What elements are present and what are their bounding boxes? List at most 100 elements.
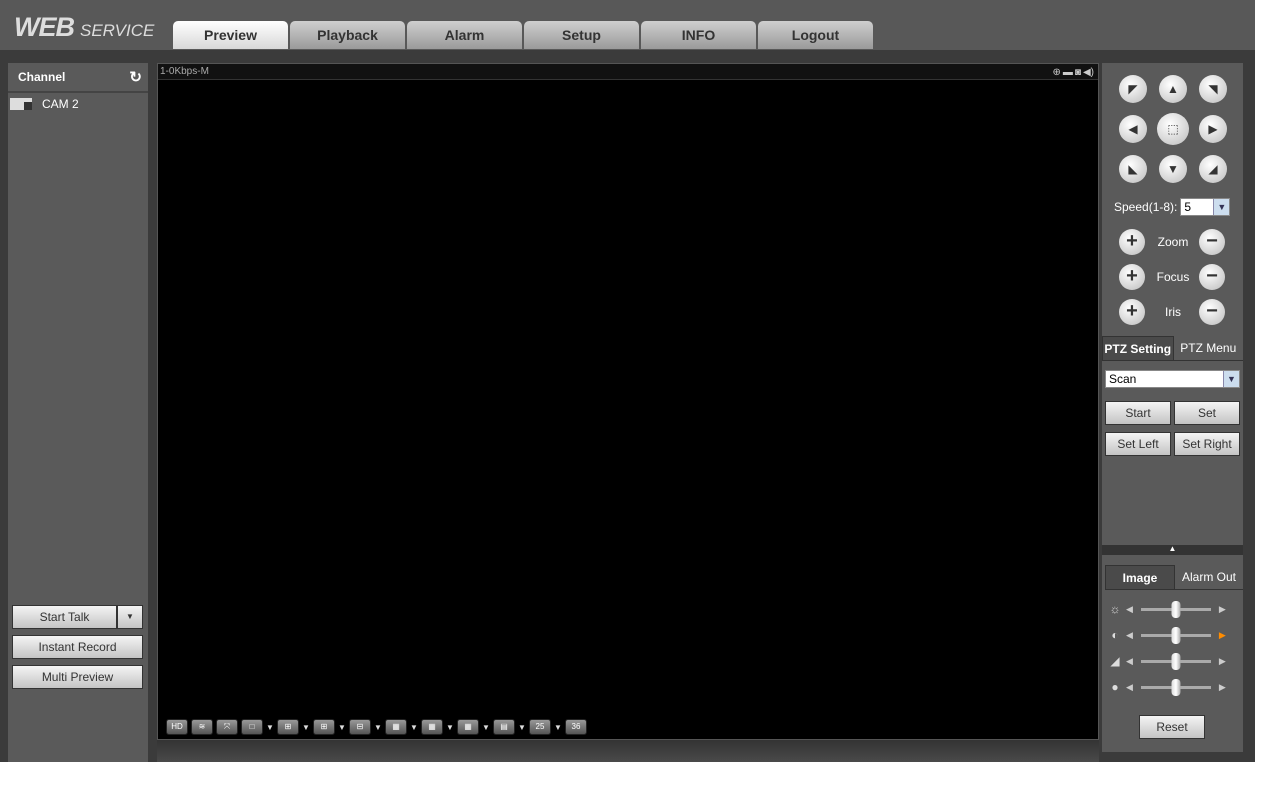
ptz-down-button[interactable]: ▼ xyxy=(1159,155,1187,183)
saturation-decrease-button[interactable]: ◀ xyxy=(1126,656,1133,667)
focus-far-button[interactable]: − xyxy=(1199,264,1225,290)
layout-4-button[interactable]: ⊞ xyxy=(277,719,299,735)
tab-preview[interactable]: Preview xyxy=(173,21,288,49)
fullscreen-button[interactable]: ⤧ xyxy=(216,719,238,735)
brightness-slider[interactable] xyxy=(1140,600,1211,618)
channel-panel: Channel ↻ CAM 2 Start Talk ▼ Instant Reco… xyxy=(8,63,148,762)
tab-image[interactable]: Image xyxy=(1105,565,1175,589)
saturation-slider-row: ◢ ◀ ▶ xyxy=(1108,652,1226,670)
layout-16-dropdown[interactable]: ▼ xyxy=(482,723,490,732)
ptz-left-button[interactable]: ◀ xyxy=(1119,115,1147,143)
hue-decrease-button[interactable]: ◀ xyxy=(1126,682,1133,693)
video-window[interactable]: 1-0Kbps-M ⊕ ▬ ◙ ◀) HD ≋ ⤧ □ ▼ ⊞ ▼ ⊞ ▼ ⊟ ▼ ▦ ▼ ▦ ▼… xyxy=(157,63,1099,740)
speed-label: Speed(1-8): xyxy=(1114,200,1178,214)
hd-button[interactable]: HD xyxy=(166,719,188,735)
video-footer xyxy=(157,740,1099,762)
tab-alarm-out[interactable]: Alarm Out xyxy=(1175,565,1243,589)
layout-36-button[interactable]: 36 xyxy=(565,719,587,735)
layout-4-dropdown[interactable]: ▼ xyxy=(302,723,310,732)
collapse-toggle[interactable]: ▲ xyxy=(1102,545,1243,555)
app: WEB SERVICE Preview Playback Alarm Setup … xyxy=(0,0,1255,762)
contrast-slider-thumb[interactable] xyxy=(1171,626,1181,644)
brightness-slider-thumb[interactable] xyxy=(1171,600,1181,618)
channel-title: Channel xyxy=(18,70,66,84)
speed-select[interactable]: 5 ▼ xyxy=(1180,198,1231,216)
ptz-right-button[interactable]: ▶ xyxy=(1199,115,1227,143)
brightness-increase-button[interactable]: ▶ xyxy=(1219,604,1226,615)
set-right-button[interactable]: Set Right xyxy=(1174,432,1240,456)
digital-zoom-icon[interactable]: ⊕ xyxy=(1053,65,1061,80)
layout-6-dropdown[interactable]: ▼ xyxy=(338,723,346,732)
hue-icon: ● xyxy=(1111,680,1119,694)
channel-item[interactable]: CAM 2 xyxy=(8,93,148,115)
layout-9-dropdown[interactable]: ▼ xyxy=(410,723,418,732)
contrast-decrease-button[interactable]: ◀ xyxy=(1126,630,1133,641)
tab-playback[interactable]: Playback xyxy=(290,21,405,49)
ptz-up-button[interactable]: ▲ xyxy=(1159,75,1187,103)
speed-value: 5 xyxy=(1184,200,1192,214)
brightness-decrease-button[interactable]: ◀ xyxy=(1126,604,1133,615)
tab-logout[interactable]: Logout xyxy=(758,21,873,49)
tab-setup[interactable]: Setup xyxy=(524,21,639,49)
ptz-down-left-button[interactable]: ◣ xyxy=(1119,155,1147,183)
set-button[interactable]: Set xyxy=(1174,401,1240,425)
multi-preview-button[interactable]: Multi Preview xyxy=(12,665,143,689)
layout-1-button[interactable]: □ xyxy=(241,719,263,735)
contrast-slider[interactable] xyxy=(1140,626,1211,644)
audio-icon[interactable]: ◀) xyxy=(1083,65,1094,80)
record-icon[interactable]: ▬ xyxy=(1063,65,1073,80)
iris-close-button[interactable]: − xyxy=(1199,299,1225,325)
layout-13-button[interactable]: ▦ xyxy=(421,719,443,735)
layout-20-button[interactable]: ▤ xyxy=(493,719,515,735)
set-left-button[interactable]: Set Left xyxy=(1105,432,1171,456)
hue-slider-row: ● ◀ ▶ xyxy=(1108,678,1226,696)
contrast-icon: ◐ xyxy=(1111,628,1119,642)
layout-8-button[interactable]: ⊟ xyxy=(349,719,371,735)
fluency-button[interactable]: ≋ xyxy=(191,719,213,735)
zoom-out-button[interactable]: − xyxy=(1199,229,1225,255)
layout-25-button[interactable]: 25 xyxy=(529,719,551,735)
layout-25-dropdown[interactable]: ▼ xyxy=(554,723,562,732)
ptz-up-right-button[interactable]: ◥ xyxy=(1199,75,1227,103)
layout-20-dropdown[interactable]: ▼ xyxy=(518,723,526,732)
tab-info[interactable]: INFO xyxy=(641,21,756,49)
hue-slider[interactable] xyxy=(1140,678,1211,696)
ptz-mode-select[interactable]: Scan ▼ xyxy=(1105,370,1240,388)
hue-slider-thumb[interactable] xyxy=(1171,678,1181,696)
area-zoom-icon[interactable]: ⬚ xyxy=(1157,113,1189,145)
layout-9-button[interactable]: ▦ xyxy=(385,719,407,735)
start-talk-button[interactable]: Start Talk xyxy=(12,605,117,629)
snapshot-icon[interactable]: ◙ xyxy=(1075,65,1081,80)
logo: WEB SERVICE xyxy=(14,12,154,43)
camera-icon xyxy=(10,98,32,110)
image-panel: Image Alarm Out ☼ ◀ ▶ ◐ ◀ ▶ ◢ ◀ ▶ ● ◀ ▶ Reset xyxy=(1102,555,1243,752)
saturation-icon: ◢ xyxy=(1110,654,1120,668)
saturation-slider[interactable] xyxy=(1140,652,1211,670)
layout-1-dropdown[interactable]: ▼ xyxy=(266,723,274,732)
video-toolbar: HD ≋ ⤧ □ ▼ ⊞ ▼ ⊞ ▼ ⊟ ▼ ▦ ▼ ▦ ▼ ▦ ▼ ▤ ▼ 25 ▼ 36 xyxy=(166,719,587,735)
tab-ptz-setting[interactable]: PTZ Setting xyxy=(1102,336,1174,360)
talk-dropdown-button[interactable]: ▼ xyxy=(117,605,143,629)
layout-6-button[interactable]: ⊞ xyxy=(313,719,335,735)
logo-sub: SERVICE xyxy=(80,21,155,40)
refresh-icon[interactable]: ↻ xyxy=(129,68,142,86)
logo-main: WEB xyxy=(14,12,75,42)
hue-increase-button[interactable]: ▶ xyxy=(1219,682,1226,693)
ptz-up-left-button[interactable]: ◤ xyxy=(1119,75,1147,103)
layout-13-dropdown[interactable]: ▼ xyxy=(446,723,454,732)
brightness-slider-row: ☼ ◀ ▶ xyxy=(1108,600,1226,618)
reset-button[interactable]: Reset xyxy=(1139,715,1205,739)
start-button[interactable]: Start xyxy=(1105,401,1171,425)
layout-8-dropdown[interactable]: ▼ xyxy=(374,723,382,732)
brightness-icon: ☼ xyxy=(1109,602,1121,616)
layout-16-button[interactable]: ▦ xyxy=(457,719,479,735)
tab-alarm[interactable]: Alarm xyxy=(407,21,522,49)
ptz-mode-value: Scan xyxy=(1109,372,1137,386)
ptz-down-right-button[interactable]: ◢ xyxy=(1199,155,1227,183)
contrast-increase-button[interactable]: ▶ xyxy=(1219,630,1226,641)
saturation-slider-thumb[interactable] xyxy=(1171,652,1181,670)
instant-record-button[interactable]: Instant Record xyxy=(12,635,143,659)
saturation-increase-button[interactable]: ▶ xyxy=(1219,656,1226,667)
tab-ptz-menu[interactable]: PTZ Menu xyxy=(1174,336,1244,360)
contrast-slider-row: ◐ ◀ ▶ xyxy=(1108,626,1226,644)
